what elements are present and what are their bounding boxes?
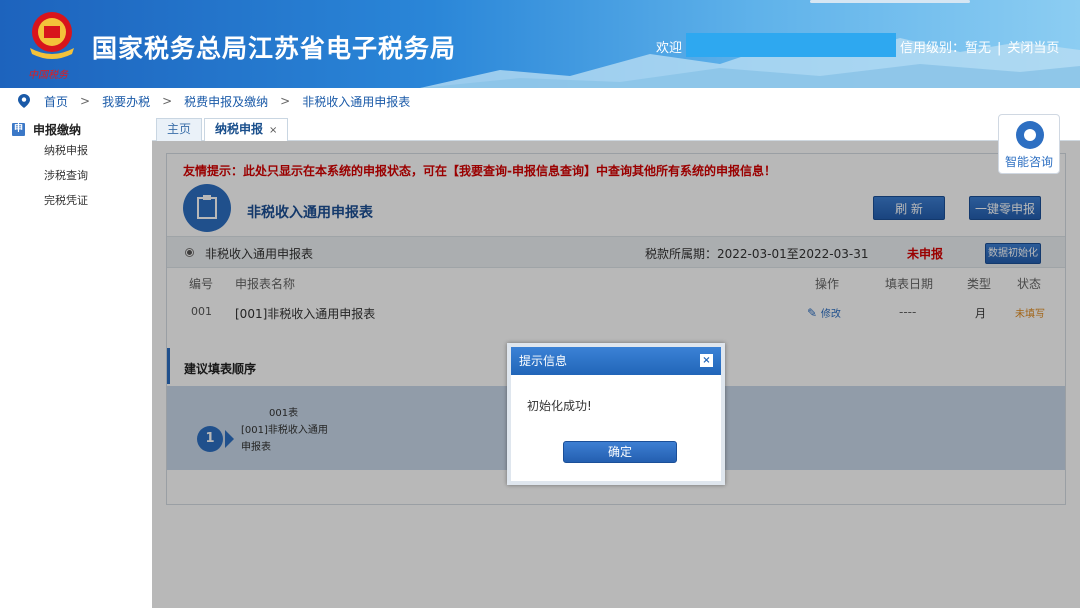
headset-agent-icon [1016,121,1044,149]
breadcrumb-separator: > [80,94,91,108]
breadcrumb-home[interactable]: 首页 [44,93,68,110]
tab-tax-declare[interactable]: 纳税申报 × [204,118,289,141]
tab-bar: 主页 纳税申报 × [152,114,1080,141]
sidebar-section-title: 申报缴纳 [33,123,82,137]
sidebar-item-tax-declare[interactable]: 纳税申报 [0,138,152,163]
smart-consult-widget[interactable]: 智能咨询 [998,114,1060,174]
username-redacted [686,33,896,57]
smart-consult-label: 智能咨询 [1004,155,1053,169]
separator: | [997,41,1002,56]
top-search-strip [810,0,970,3]
sidebar-item-tax-query[interactable]: 涉税查询 [0,163,152,188]
dialog-message: 初始化成功! [527,399,592,413]
close-page-link[interactable]: 关闭当页 [1007,41,1059,56]
breadcrumb-tax-service[interactable]: 我要办税 [102,93,150,110]
header-banner: 中国税务 国家税务总局江苏省电子税务局 欢迎 信用级别：暂无 | 关闭当页 [0,0,1080,88]
tab-label: 纳税申报 [215,122,264,136]
declare-section-icon: 申 [12,123,25,136]
sidebar: 申 申报缴纳 纳税申报 涉税查询 完税凭证 [0,114,152,608]
breadcrumb-separator: > [162,94,173,108]
breadcrumb-current[interactable]: 非税收入通用申报表 [302,93,410,110]
breadcrumb-declare-pay[interactable]: 税费申报及缴纳 [184,93,268,110]
welcome-label: 欢迎 [656,41,683,56]
close-icon[interactable]: × [700,354,713,367]
breadcrumb-separator: > [280,94,291,108]
sidebar-item-tax-certificate[interactable]: 完税凭证 [0,188,152,213]
logo-caption: 中国税务 [28,70,68,81]
site-title: 国家税务总局江苏省电子税务局 [92,34,457,63]
sidebar-section-header[interactable]: 申 申报缴纳 [0,114,152,138]
alert-dialog: 提示信息 × 初始化成功! 确定 [507,343,725,485]
tab-home[interactable]: 主页 [156,118,203,141]
dialog-title: 提示信息 [519,354,568,368]
credit-level: 信用级别：暂无 [900,41,992,56]
location-pin-icon [18,94,30,108]
credit-area: 信用级别：暂无 | 关闭当页 [900,37,1059,56]
confirm-button[interactable]: 确定 [563,441,677,463]
breadcrumb: 首页 > 我要办税 > 税费申报及缴纳 > 非税收入通用申报表 [0,88,1080,114]
dialog-header: 提示信息 × [511,347,721,375]
tab-close-icon[interactable]: × [269,125,277,136]
